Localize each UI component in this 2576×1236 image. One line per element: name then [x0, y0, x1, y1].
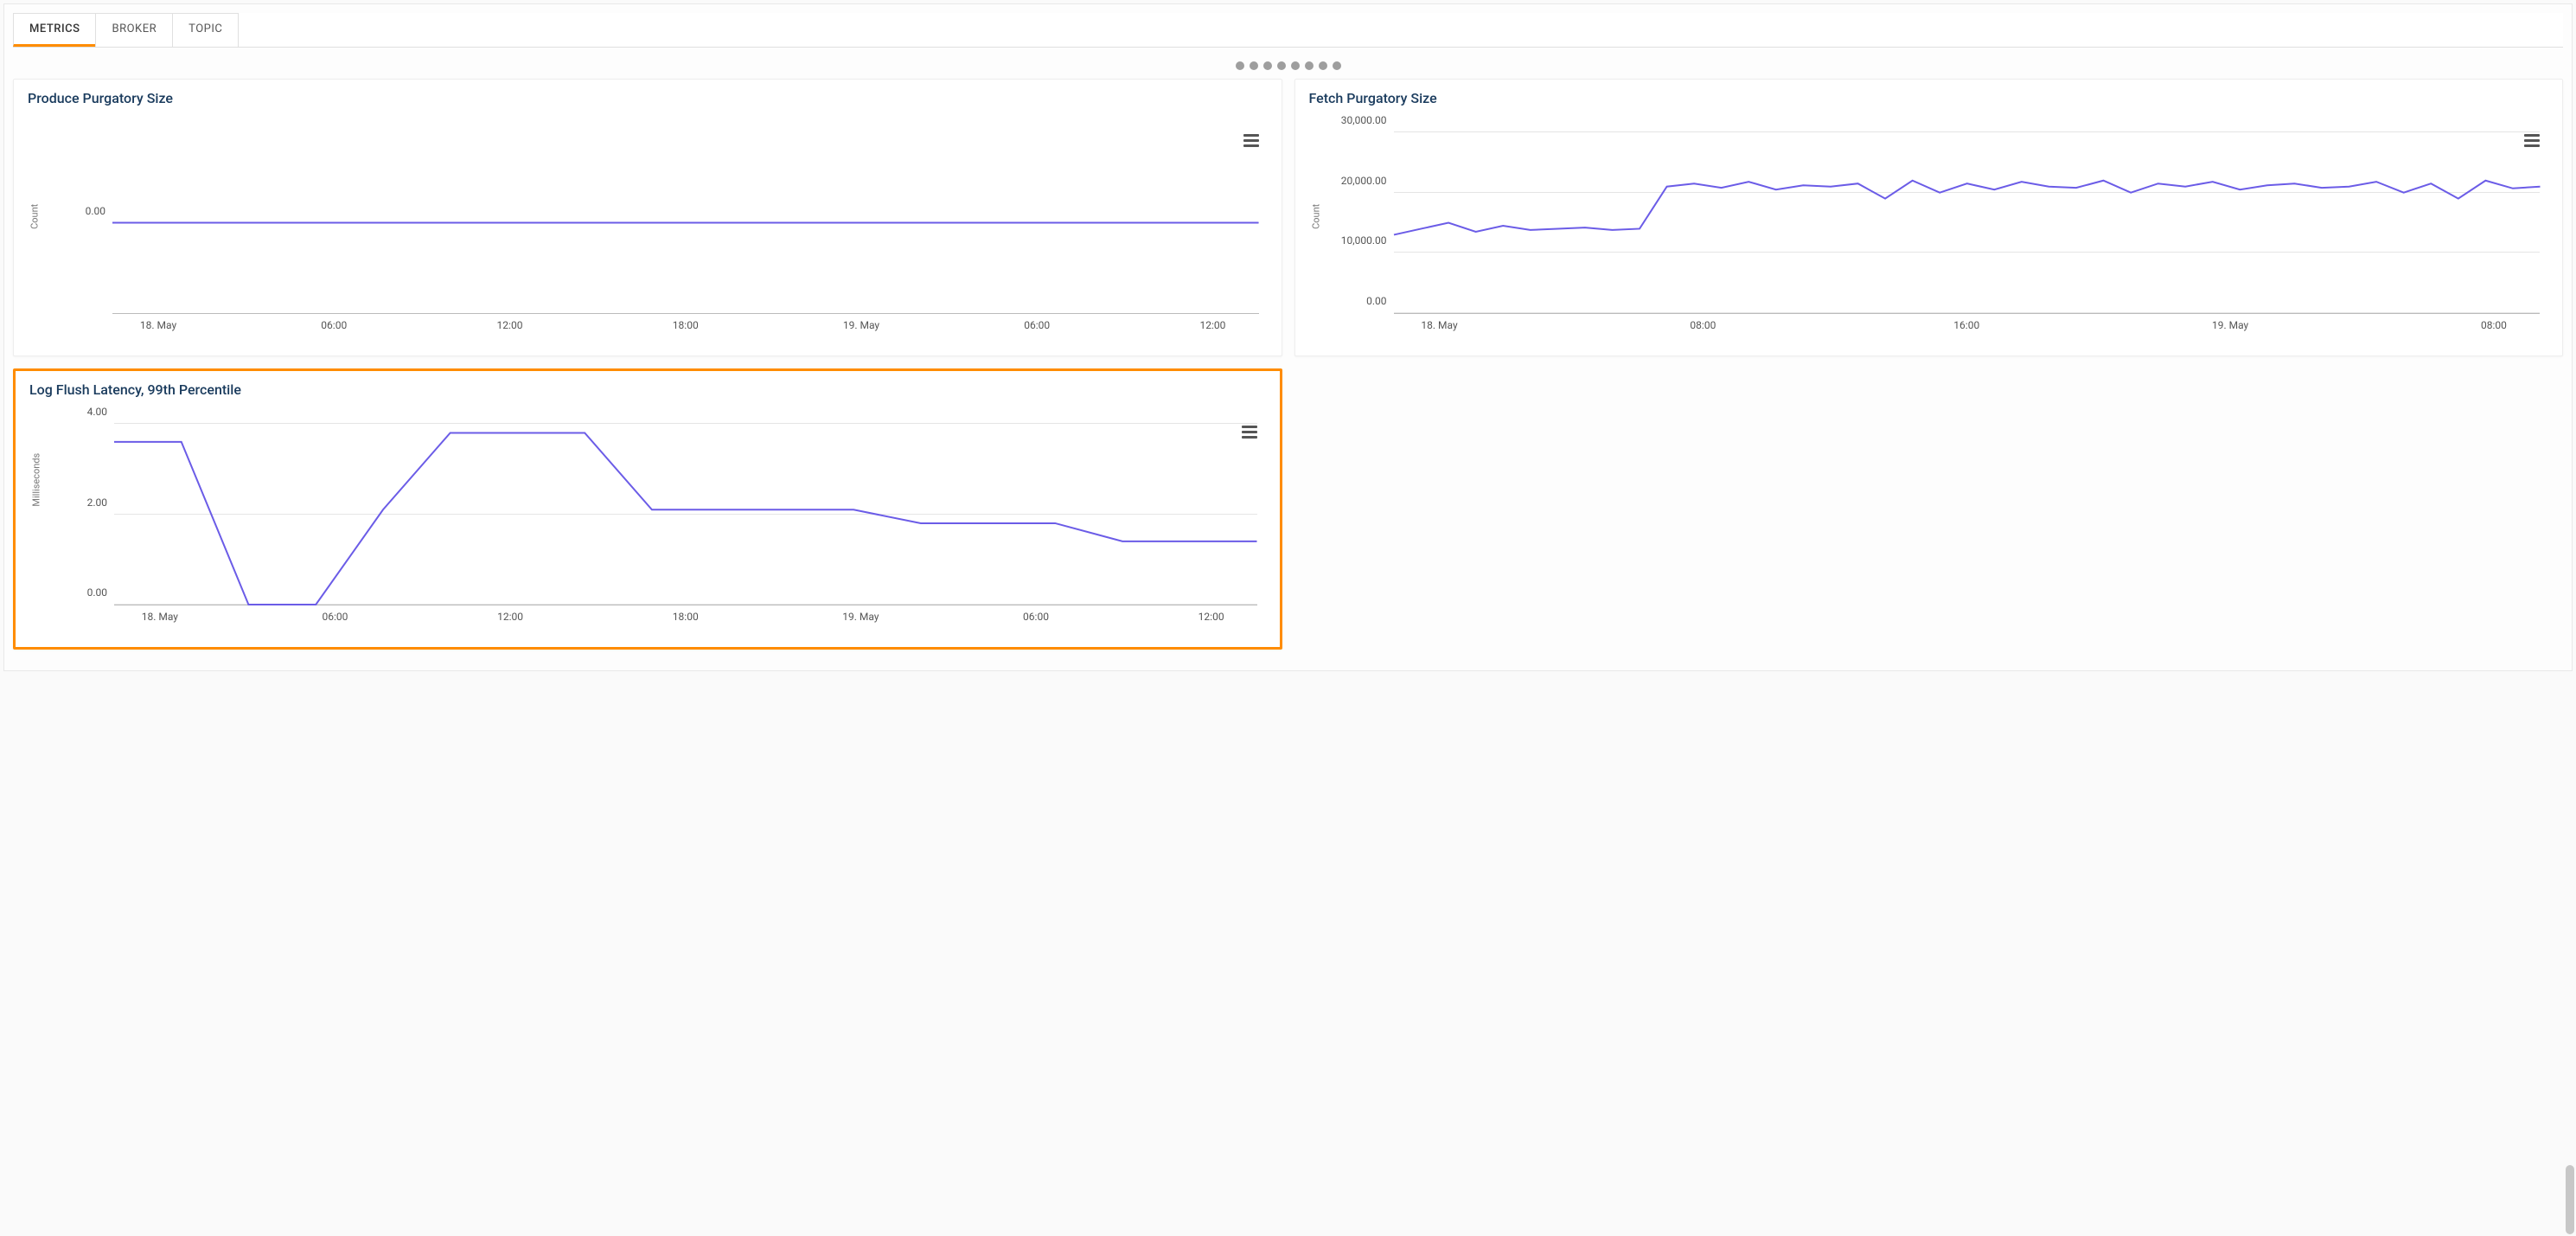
carousel-dot[interactable] [1305, 61, 1314, 70]
x-tick: 19. May [843, 319, 879, 331]
x-tick: 06:00 [323, 611, 348, 623]
y-tick: 20,000.00 [1341, 175, 1387, 187]
carousel-dot[interactable] [1263, 61, 1272, 70]
scrollbar-thumb[interactable] [2566, 1165, 2574, 1234]
y-axis-label: Count [1310, 204, 1321, 229]
carousel-dot[interactable] [1250, 61, 1258, 70]
carousel-dot[interactable] [1333, 61, 1341, 70]
x-tick: 18:00 [673, 319, 699, 331]
x-tick: 12:00 [497, 611, 523, 623]
tab-broker[interactable]: BROKER [95, 13, 173, 47]
x-tick: 18. May [142, 611, 178, 623]
x-tick: 06:00 [321, 319, 347, 331]
chart-produce: Count 0.00 18. May06:0012:0018:0019. May… [76, 132, 1268, 340]
panel-produce-purgatory: Produce Purgatory Size Count 0.00 18. Ma… [13, 79, 1282, 356]
x-tick: 12:00 [1199, 611, 1224, 623]
y-tick: 10,000.00 [1341, 234, 1387, 247]
carousel-dot[interactable] [1291, 61, 1300, 70]
dashboard-container: METRICS BROKER TOPIC Produce Purgatory S… [3, 3, 2573, 671]
x-tick: 06:00 [1023, 611, 1049, 623]
chart-logflush: Milliseconds 0.00 2.00 4.00 18. May06:00… [78, 424, 1266, 631]
tab-topic[interactable]: TOPIC [172, 13, 239, 47]
panel-title: Log Flush Latency, 99th Percentile [29, 381, 1266, 398]
panel-title: Produce Purgatory Size [28, 90, 1268, 106]
carousel-dot[interactable] [1236, 61, 1244, 70]
x-tick: 16:00 [1953, 319, 1979, 331]
y-tick: 0.00 [86, 205, 105, 217]
carousel-dots[interactable] [13, 48, 2563, 79]
chart-fetch: Count 0.00 10,000.00 20,000.00 30,000.00… [1358, 132, 2549, 340]
x-tick: 08:00 [1690, 319, 1716, 331]
panel-title: Fetch Purgatory Size [1309, 90, 2549, 106]
scrollbar[interactable] [2564, 0, 2574, 1236]
carousel-dot[interactable] [1319, 61, 1327, 70]
x-tick: 06:00 [1024, 319, 1050, 331]
x-tick: 12:00 [1200, 319, 1226, 331]
tab-metrics[interactable]: METRICS [13, 13, 96, 47]
y-tick: 30,000.00 [1341, 114, 1387, 126]
tab-bar: METRICS BROKER TOPIC [13, 13, 2563, 48]
y-tick: 2.00 [87, 496, 107, 509]
x-tick: 12:00 [497, 319, 523, 331]
y-axis-label: Milliseconds [31, 453, 42, 507]
y-tick: 0.00 [87, 586, 107, 599]
x-tick: 19. May [2212, 319, 2248, 331]
y-tick: 4.00 [87, 406, 107, 418]
panel-fetch-purgatory: Fetch Purgatory Size Count 0.00 10,000.0… [1294, 79, 2564, 356]
carousel-dot[interactable] [1277, 61, 1286, 70]
panel-log-flush-latency: Log Flush Latency, 99th Percentile Milli… [13, 368, 1282, 650]
x-tick: 19. May [842, 611, 879, 623]
x-tick: 08:00 [2481, 319, 2507, 331]
y-tick: 0.00 [1366, 295, 1386, 307]
x-tick: 18:00 [673, 611, 699, 623]
x-tick: 18. May [1421, 319, 1457, 331]
x-tick: 18. May [140, 319, 176, 331]
y-axis-label: Count [29, 204, 41, 229]
